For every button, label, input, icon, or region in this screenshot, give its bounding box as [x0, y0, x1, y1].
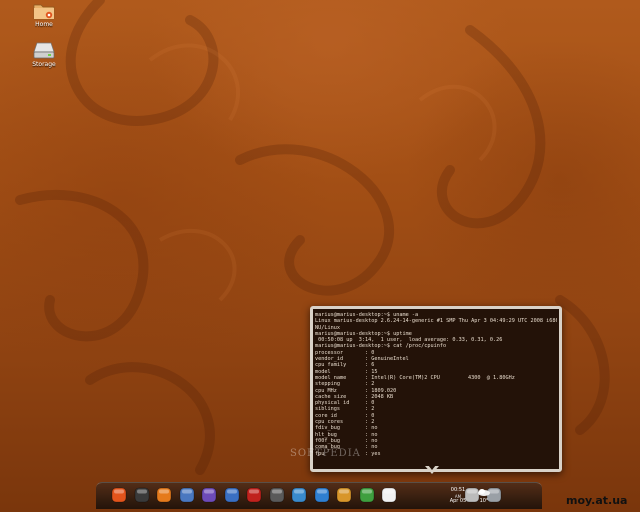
site-watermark-label: moy.at.ua	[566, 494, 628, 507]
terminal-popup-pointer-inner	[428, 465, 436, 470]
home-desktop-icon[interactable]: Home	[14, 2, 74, 28]
home-folder-icon	[33, 2, 55, 20]
home-icon-label: Home	[35, 21, 53, 28]
firefox-icon[interactable]	[155, 486, 173, 506]
text-editor-icon[interactable]	[380, 486, 398, 506]
clock-date: Apr 05	[449, 498, 467, 504]
tools-icon[interactable]	[268, 486, 286, 506]
clock-widget[interactable]: 00:51 AM Apr 05	[446, 487, 470, 505]
spreadsheet-icon[interactable]	[358, 486, 376, 506]
terminal-line: Linux marius-desktop 2.6.24-14-generic #…	[315, 318, 557, 325]
filezilla-icon[interactable]	[245, 486, 263, 506]
cloud-icon	[478, 489, 490, 496]
storage-drive-icon	[33, 40, 55, 60]
storage-icon-label: Storage	[32, 61, 56, 68]
network-icon[interactable]	[223, 486, 241, 506]
email-client-icon[interactable]	[178, 486, 196, 506]
terminal-icon[interactable]	[133, 486, 151, 506]
music-player-icon[interactable]	[313, 486, 331, 506]
storage-desktop-icon[interactable]: Storage	[14, 40, 74, 68]
ubuntu-menu-icon[interactable]	[110, 486, 128, 506]
weather-temp: 10°	[479, 498, 489, 504]
weather-widget[interactable]: 10°	[476, 488, 492, 504]
globe-icon[interactable]	[290, 486, 308, 506]
terminal-output[interactable]: marius@marius-desktop:~$ uname -a Linux m…	[315, 312, 557, 467]
media-icon[interactable]	[335, 486, 353, 506]
watermark: SOFTPEDIA	[290, 448, 361, 459]
messenger-icon[interactable]	[200, 486, 218, 506]
